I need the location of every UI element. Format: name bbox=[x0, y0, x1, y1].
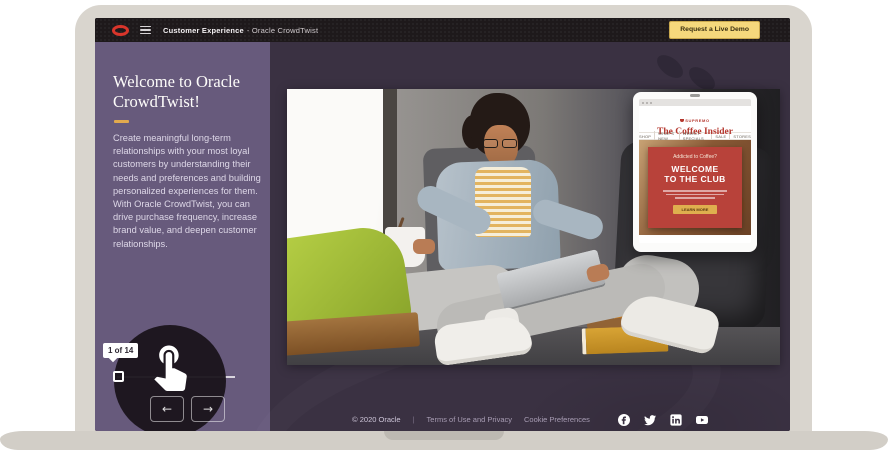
navbar-title-rest: - Oracle CrowdTwist bbox=[247, 26, 318, 35]
footer: © 2020 Oracle | Terms of Use and Privacy… bbox=[270, 408, 790, 431]
hero-title: WELCOME TO THE CLUB bbox=[648, 164, 742, 184]
previous-slide-button[interactable]: ← bbox=[150, 396, 184, 422]
top-navbar: Customer Experience- Oracle CrowdTwist R… bbox=[95, 18, 790, 42]
carousel-slider-handle[interactable] bbox=[113, 371, 124, 382]
nav-item-shop[interactable]: SHOP bbox=[639, 134, 651, 139]
coffee-cup-icon bbox=[680, 119, 684, 122]
hero-text-line bbox=[663, 190, 727, 192]
youtube-icon[interactable] bbox=[696, 414, 708, 426]
tablet-mockup: SUPREMO The Coffee Insider SHOP WHAT'S N… bbox=[633, 92, 757, 252]
facebook-icon[interactable] bbox=[618, 414, 630, 426]
next-slide-button[interactable]: → bbox=[191, 396, 225, 422]
hero-text-line bbox=[675, 197, 715, 199]
hamburger-menu-icon[interactable] bbox=[140, 26, 151, 35]
nav-item-stores[interactable]: STORES bbox=[729, 134, 751, 139]
learn-more-button[interactable]: LEARN MORE bbox=[673, 205, 717, 214]
coffee-site-brand: SUPREMO bbox=[685, 118, 709, 123]
coffee-hero-card: Addicted to Coffee? WELCOME TO THE CLUB … bbox=[648, 147, 742, 228]
linkedin-icon[interactable] bbox=[670, 414, 682, 426]
photo-glasses bbox=[502, 139, 517, 148]
tablet-browser-bar bbox=[639, 99, 751, 106]
slide-description: Create meaningful long-term relationship… bbox=[113, 132, 263, 251]
navbar-title: Customer Experience- Oracle CrowdTwist bbox=[163, 26, 318, 35]
photo-man-hand bbox=[413, 239, 435, 254]
coffee-site-hero: Addicted to Coffee? WELCOME TO THE CLUB … bbox=[639, 140, 751, 235]
tap-gesture-icon bbox=[144, 339, 196, 391]
cookie-preferences-link[interactable]: Cookie Preferences bbox=[524, 415, 590, 424]
twitter-icon[interactable] bbox=[644, 414, 656, 426]
tablet-screen: SUPREMO The Coffee Insider SHOP WHAT'S N… bbox=[639, 99, 751, 243]
oracle-logo-icon[interactable] bbox=[112, 25, 129, 36]
coffee-site-footer bbox=[639, 235, 751, 243]
terms-link[interactable]: Terms of Use and Privacy bbox=[427, 415, 512, 424]
page-count-badge: 1 of 14 bbox=[103, 343, 138, 358]
laptop-screen: Customer Experience- Oracle CrowdTwist R… bbox=[95, 18, 790, 431]
footer-divider: | bbox=[413, 415, 415, 424]
slide-title: Welcome to Oracle CrowdTwist! bbox=[113, 72, 263, 112]
laptop-base-notch bbox=[384, 431, 504, 440]
photo-glasses bbox=[483, 139, 498, 148]
navbar-title-bold: Customer Experience bbox=[163, 26, 244, 35]
accent-dash bbox=[114, 120, 129, 123]
hero-text-line bbox=[666, 194, 724, 196]
nav-item-sale[interactable]: SALE bbox=[711, 134, 726, 139]
page: Customer Experience- Oracle CrowdTwist R… bbox=[0, 0, 888, 450]
hero-kicker: Addicted to Coffee? bbox=[648, 154, 742, 160]
tablet-camera bbox=[690, 94, 700, 97]
request-demo-button[interactable]: Request a Live Demo bbox=[669, 21, 760, 39]
copyright-text: © 2020 Oracle bbox=[352, 415, 400, 424]
coffee-site-header: SUPREMO The Coffee Insider bbox=[639, 106, 751, 132]
coffee-site-nav: SHOP WHAT'S NEW WEEKLY SPECIALS SALE STO… bbox=[639, 132, 751, 140]
social-icons bbox=[618, 414, 708, 426]
